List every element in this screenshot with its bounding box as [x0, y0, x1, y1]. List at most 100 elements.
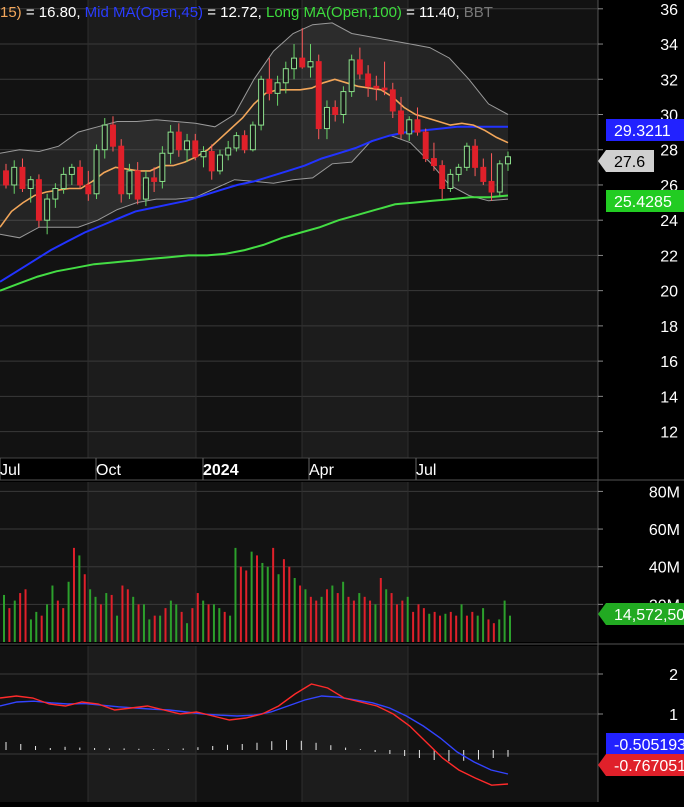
volume-bar [245, 570, 248, 642]
candle-up [258, 78, 265, 126]
volume-bar [56, 600, 59, 642]
volume-bar [180, 611, 183, 642]
volume-bar [471, 611, 474, 642]
volume-bar [40, 615, 43, 642]
volume-bar [51, 585, 54, 642]
macd-tick-label: 2 [669, 667, 678, 684]
candle-up [348, 59, 355, 93]
volume-bar [67, 581, 70, 642]
candle-up [274, 82, 281, 94]
volume-bar [460, 604, 463, 642]
volume-bar [8, 608, 11, 642]
volume-bar [207, 604, 210, 642]
legend-part-3: = 12.72, [203, 4, 266, 21]
candle-down [208, 150, 215, 172]
legend-part-4: Long MA(Open,100) [266, 4, 402, 21]
volume-bar [395, 604, 398, 642]
candle-up [216, 154, 223, 172]
volume-bar [390, 593, 393, 642]
volume-bar [137, 604, 140, 642]
candle-up [447, 173, 454, 189]
candle-up [101, 124, 108, 151]
candle-up [505, 156, 511, 165]
candle-down [110, 124, 116, 147]
candle-up [159, 152, 166, 182]
volume-bar [94, 596, 97, 642]
value-marker: 14,572,50 [598, 603, 684, 625]
volume-bar [509, 615, 511, 642]
macd-zone [196, 646, 302, 802]
volume-bar [503, 600, 506, 642]
volume-bar [110, 594, 113, 642]
candle-up [282, 68, 289, 84]
volume-bar [331, 585, 334, 642]
indicator-legend: 15) = 16.80, Mid MA(Open,45) = 12.72, Lo… [0, 4, 493, 21]
value-marker-text: 14,572,50 [614, 607, 684, 624]
candle-up [291, 57, 298, 70]
candle-down [118, 145, 125, 195]
candle-up [167, 131, 174, 154]
macd-zone [408, 646, 598, 802]
candle-up [249, 124, 256, 151]
volume-bar [266, 566, 269, 642]
macd-zone [0, 646, 88, 802]
volume-bar [13, 600, 16, 642]
candle-up [455, 166, 462, 175]
price-tick-label: 34 [660, 37, 678, 54]
candle-up [406, 119, 413, 135]
volume-bar [72, 547, 75, 642]
volume-bar [288, 566, 291, 642]
volume-bar [465, 615, 468, 642]
candle-up [463, 145, 470, 168]
volume-bar [325, 589, 328, 642]
volume-tick-label: 80M [649, 484, 680, 501]
volume-bar [142, 604, 145, 642]
price-tick-label: 18 [660, 319, 678, 336]
price-tick-label: 32 [660, 72, 678, 89]
volume-bar [186, 623, 189, 642]
value-marker: 25.4285 [606, 190, 684, 212]
candle-down [35, 179, 42, 221]
candle-down [472, 145, 479, 168]
volume-bar [304, 589, 307, 642]
volume-bar [449, 611, 452, 642]
candle-up [142, 177, 149, 200]
volume-bar [35, 611, 38, 642]
candle-down [315, 61, 322, 130]
price-tick-label: 12 [660, 425, 678, 442]
volume-bar [3, 594, 5, 642]
volume-bar [218, 608, 221, 642]
volume-bar [282, 559, 285, 642]
volume-bar [342, 581, 345, 642]
volume-bar [498, 619, 501, 642]
volume-bar [417, 604, 420, 642]
volume-tick-label: 60M [649, 522, 680, 539]
volume-bar [83, 574, 86, 642]
volume-bar [277, 574, 280, 642]
candle-down [19, 166, 26, 189]
volume-bar [476, 615, 479, 642]
volume-bar [169, 600, 172, 642]
value-marker: 29.3211 [606, 119, 684, 141]
volume-bar [250, 551, 253, 642]
volume-bar [153, 615, 156, 642]
candle-up [200, 150, 207, 158]
macd-tick-label: 1 [669, 707, 678, 724]
price-tick-label: 36 [660, 2, 678, 19]
candle-up [233, 135, 240, 149]
candle-up [52, 187, 59, 200]
volume-bar [487, 619, 490, 642]
volume-bar [455, 615, 458, 642]
macd-zone [302, 646, 408, 802]
volume-bar [116, 615, 119, 642]
volume-bar [309, 596, 312, 642]
volume-bar [19, 593, 22, 642]
volume-bar [202, 600, 205, 642]
candle-up [27, 179, 34, 189]
candle-down [85, 184, 92, 195]
volume-bar [256, 555, 258, 642]
candle-down [151, 177, 158, 182]
legend-part-5: = 11.40, [402, 4, 464, 21]
volume-bar [78, 555, 81, 642]
x-tick-label: Oct [96, 462, 121, 479]
